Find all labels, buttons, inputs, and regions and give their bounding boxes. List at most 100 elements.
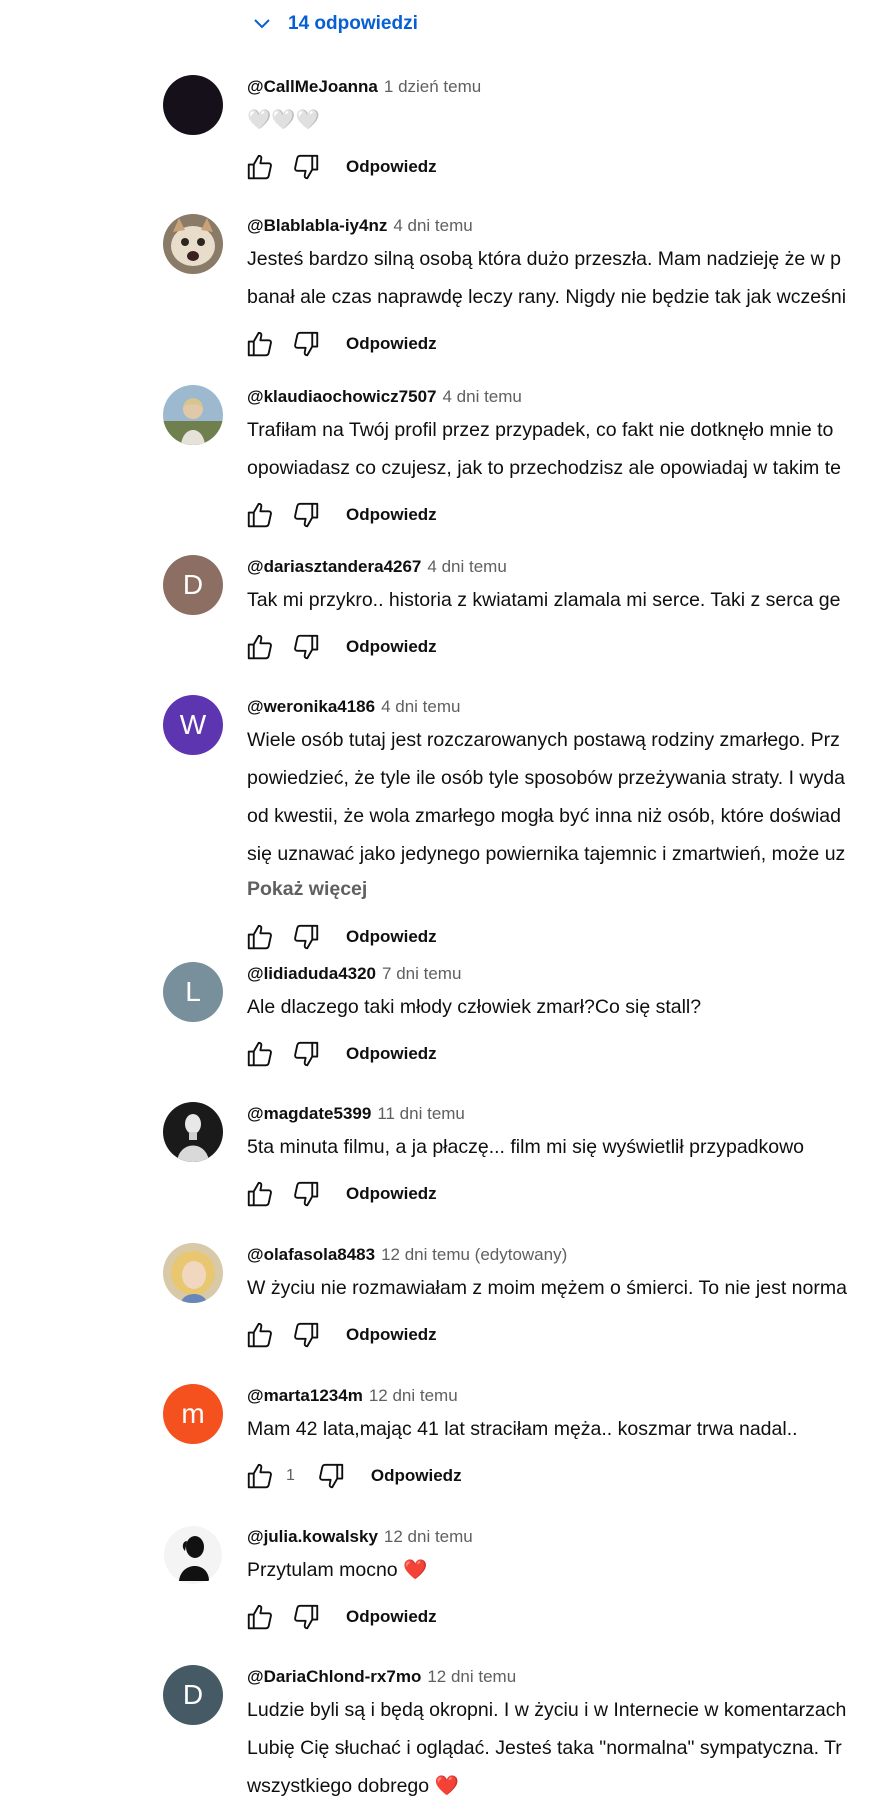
comment-author[interactable]: @weronika4186 [247, 697, 375, 717]
comment-header: @marta1234m 12 dni temu [247, 1384, 887, 1408]
comment-time[interactable]: 4 dni temu [393, 216, 472, 236]
comment-author[interactable]: @dariasztandera4267 [247, 557, 421, 577]
comment-time[interactable]: 7 dni temu [382, 964, 461, 984]
dislike-icon[interactable] [290, 921, 322, 953]
avatar[interactable]: D [163, 1665, 223, 1725]
comment-actions: Odpowiedz [247, 147, 887, 187]
reply-button[interactable]: Odpowiedz [346, 157, 437, 177]
like-icon[interactable] [244, 1460, 276, 1492]
reply-button[interactable]: Odpowiedz [371, 1466, 462, 1486]
avatar[interactable] [163, 1102, 223, 1162]
comment-header: @julia.kowalsky 12 dni temu [247, 1525, 887, 1549]
comment-author[interactable]: @lidiaduda4320 [247, 964, 376, 984]
comment-text-line: Tak mi przykro.. historia z kwiatami zla… [247, 589, 841, 611]
comment-text-line: Trafiłam na Twój profil przez przypadek,… [247, 419, 834, 441]
comment-text-line: Przytulam mocno ❤️ [247, 1559, 428, 1581]
avatar[interactable]: W [163, 695, 223, 755]
comment-header: @DariaChlond-rx7mo 12 dni temu [247, 1665, 887, 1689]
comment-author[interactable]: @julia.kowalsky [247, 1527, 378, 1547]
comment-text-line: Jesteś bardzo silną osobą która dużo prz… [247, 248, 841, 270]
replies-toggle-button[interactable]: 14 odpowiedzi [250, 6, 418, 42]
comment-body: @magdate5399 11 dni temu 5ta minuta filmu,… [247, 1102, 887, 1214]
like-icon[interactable] [244, 1601, 276, 1633]
dislike-icon[interactable] [290, 631, 322, 663]
avatar[interactable] [163, 214, 223, 274]
comment-text-line: banał ale czas naprawdę leczy rany. Nigd… [247, 286, 847, 308]
avatar[interactable] [163, 1525, 223, 1585]
comment-time[interactable]: 4 dni temu [442, 387, 521, 407]
like-icon[interactable] [244, 1319, 276, 1351]
comment-author[interactable]: @klaudiaochowicz7507 [247, 387, 436, 407]
comment-header: @olafasola8483 12 dni temu (edytowany) [247, 1243, 887, 1267]
comment-author[interactable]: @marta1234m [247, 1386, 363, 1406]
comment-body: @lidiaduda4320 7 dni temu Ale dlaczego tak… [247, 962, 887, 1074]
dislike-icon[interactable] [290, 1038, 322, 1070]
avatar[interactable]: m [163, 1384, 223, 1444]
dislike-icon[interactable] [290, 1319, 322, 1351]
comment-actions: Odpowiedz [247, 495, 887, 535]
comment-time[interactable]: 12 dni temu [427, 1667, 516, 1687]
reply-button[interactable]: Odpowiedz [346, 927, 437, 947]
comment-time[interactable]: 1 dzień temu [384, 77, 481, 97]
dislike-icon[interactable] [290, 328, 322, 360]
comment-time[interactable]: 11 dni temu [377, 1104, 465, 1124]
comment-author[interactable]: @magdate5399 [247, 1104, 371, 1124]
dislike-icon[interactable] [290, 499, 322, 531]
reply-button[interactable]: Odpowiedz [346, 1607, 437, 1627]
comment-body: @Blablabla-iy4nz 4 dni temu Jesteś bardzo … [247, 214, 887, 364]
dislike-icon[interactable] [290, 1601, 322, 1633]
comment-actions: Odpowiedz [247, 1315, 887, 1355]
dislike-icon[interactable] [315, 1460, 347, 1492]
comment-actions: Odpowiedz [247, 917, 887, 957]
like-icon[interactable] [244, 1038, 276, 1070]
comment-body: @marta1234m 12 dni temu Mam 42 lata,mając … [247, 1384, 887, 1496]
comment-body: @klaudiaochowicz7507 4 dni temu Trafiłam n… [247, 385, 887, 535]
like-icon[interactable] [244, 631, 276, 663]
reply-button[interactable]: Odpowiedz [346, 1325, 437, 1345]
reply-button[interactable]: Odpowiedz [346, 637, 437, 657]
comment-author[interactable]: @Blablabla-iy4nz [247, 216, 387, 236]
reply-button[interactable]: Odpowiedz [346, 1184, 437, 1204]
comment-time[interactable]: 4 dni temu [381, 697, 460, 717]
comment-author[interactable]: @DariaChlond-rx7mo [247, 1667, 421, 1687]
comment-body: @julia.kowalsky 12 dni temu Przytulam mocn… [247, 1525, 887, 1637]
reply-button[interactable]: Odpowiedz [346, 334, 437, 354]
comment-time[interactable]: 12 dni temu (edytowany) [381, 1245, 567, 1265]
avatar[interactable]: L [163, 962, 223, 1022]
comment-author[interactable]: @CallMeJoanna [247, 77, 378, 97]
avatar[interactable] [163, 75, 223, 135]
comment-text-line: Mam 42 lata,mając 41 lat straciłam męża.… [247, 1418, 798, 1440]
avatar[interactable] [163, 1243, 223, 1303]
dislike-icon[interactable] [290, 151, 322, 183]
comment-actions: Odpowiedz [247, 1597, 887, 1637]
show-more-button[interactable]: Pokaż więcej [247, 871, 887, 907]
like-icon[interactable] [244, 151, 276, 183]
comment-text-line: 🤍🤍🤍 [247, 109, 320, 131]
like-icon[interactable] [244, 328, 276, 360]
comment-text-line: od kwestii, że wola zmarłego mogła być i… [247, 805, 841, 827]
comment-header: @weronika4186 4 dni temu [247, 695, 887, 719]
like-icon[interactable] [244, 921, 276, 953]
comment-time[interactable]: 12 dni temu [384, 1527, 473, 1547]
comment-time[interactable]: 4 dni temu [427, 557, 506, 577]
comment-body: @dariasztandera4267 4 dni temu Tak mi przy… [247, 555, 887, 667]
comment-header: @klaudiaochowicz7507 4 dni temu [247, 385, 887, 409]
replies-thread: 14 odpowiedzi @CallMeJoanna 1 dzień temu 🤍… [0, 0, 887, 1815]
comment-body: @olafasola8483 12 dni temu (edytowany) W ż… [247, 1243, 887, 1355]
avatar[interactable]: D [163, 555, 223, 615]
comment-actions: Odpowiedz [247, 627, 887, 667]
like-count: 1 [286, 1467, 295, 1484]
comment-time[interactable]: 12 dni temu [369, 1386, 458, 1406]
comment-text-line: Ale dlaczego taki młody człowiek zmarł?C… [247, 996, 702, 1018]
comment-author[interactable]: @olafasola8483 [247, 1245, 375, 1265]
reply-button[interactable]: Odpowiedz [346, 505, 437, 525]
dislike-icon[interactable] [290, 1178, 322, 1210]
comment-text-line: W życiu nie rozmawiałam z moim mężem o ś… [247, 1277, 847, 1299]
comment-header: @lidiaduda4320 7 dni temu [247, 962, 887, 986]
comment-header: @magdate5399 11 dni temu [247, 1102, 887, 1126]
like-icon[interactable] [244, 1178, 276, 1210]
comment-text-line: Ludzie byli są i będą okropni. I w życiu… [247, 1699, 847, 1721]
reply-button[interactable]: Odpowiedz [346, 1044, 437, 1064]
like-icon[interactable] [244, 499, 276, 531]
avatar[interactable] [163, 385, 223, 445]
